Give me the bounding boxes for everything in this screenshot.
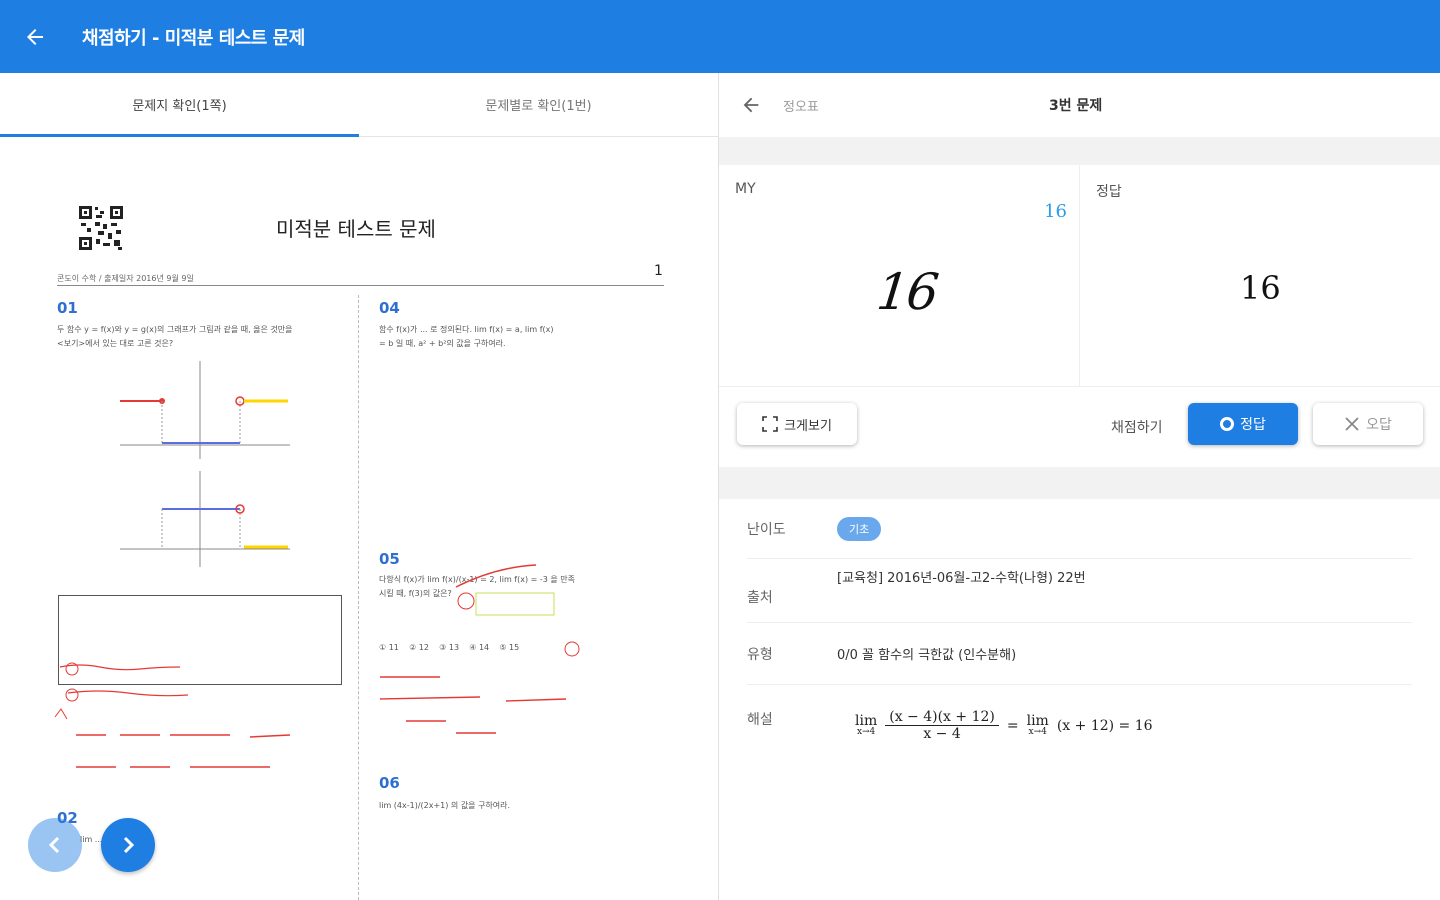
function-graphs xyxy=(120,361,290,567)
handwritten-marks xyxy=(379,564,580,734)
separator-band xyxy=(719,137,1440,165)
limit-symbol: lim x→4 xyxy=(855,713,878,737)
answer-sheet-link[interactable]: 정오표 xyxy=(783,96,819,115)
grading-label: 채점하기 xyxy=(1111,420,1163,436)
limit-symbol: lim x→4 xyxy=(1026,713,1049,737)
solution-fraction: (x − 4)(x + 12) x − 4 xyxy=(885,709,999,742)
my-answer-label: MY xyxy=(735,181,756,197)
source-value: [교육청] 2016년-06월-고2-수학(나형) 22번 xyxy=(837,571,1086,586)
mark-wrong-label: 오답 xyxy=(1366,417,1392,433)
back-to-answer-sheet-button[interactable] xyxy=(719,73,783,137)
source-row: 출처 [교육청] 2016년-06월-고2-수학(나형) 22번 xyxy=(747,559,1412,623)
mark-wrong-button[interactable]: 오답 xyxy=(1313,403,1423,445)
grading-row: 크게보기 채점하기 정답 오답 xyxy=(719,387,1440,467)
arrow-left-icon xyxy=(27,28,43,45)
circle-icon xyxy=(1220,417,1235,431)
my-answer-panel: MY 16 16 xyxy=(719,165,1080,386)
answer-compare: MY 16 16 정답 16 xyxy=(719,165,1440,387)
next-page-button[interactable] xyxy=(101,818,155,872)
zoom-label: 크게보기 xyxy=(784,418,832,434)
solution-row: 해설 lim x→4 (x − 4)(x + 12) x − 4 = lim x… xyxy=(747,685,1412,775)
page-title: 채점하기 - 미적분 테스트 문제 xyxy=(82,27,305,49)
paper-title: 미적분 테스트 문제 xyxy=(276,217,436,241)
header-rule xyxy=(57,285,664,286)
x-icon xyxy=(1345,417,1359,431)
correct-answer-label: 정답 xyxy=(1096,184,1122,200)
difficulty-badge: 기초 xyxy=(837,516,882,541)
tab-sheet[interactable]: 문제지 확인(1쪽) xyxy=(0,73,359,136)
paper-page-number: 1 xyxy=(654,263,663,279)
question-text: 함수 f(x)가 ... 로 정의된다. lim f(x) = a, lim f… xyxy=(379,325,554,348)
solution-formula: lim x→4 (x − 4)(x + 12) x − 4 = lim x→4 … xyxy=(855,709,1153,742)
arrow-left-icon xyxy=(743,97,759,113)
tab-bar: 문제지 확인(1쪽) 문제별로 확인(1번) xyxy=(0,73,718,137)
question-header: 정오표 3번 문제 xyxy=(719,73,1440,137)
chevron-right-icon xyxy=(123,836,135,854)
difficulty-label: 난이도 xyxy=(747,521,786,538)
type-label: 유형 xyxy=(747,646,773,663)
correct-answer-value: 16 xyxy=(1240,269,1281,307)
question-number: 06 xyxy=(379,774,400,792)
exam-paper: 미적분 테스트 문제 콘도이 수학 / 출제일자 2016년 9월 9일 1 0… xyxy=(0,137,718,900)
fullscreen-icon xyxy=(762,416,778,432)
right-pane: 정오표 3번 문제 MY 16 16 정답 16 크게보기 채점하기 정답 오답… xyxy=(719,73,1440,900)
column-divider xyxy=(358,295,359,900)
my-handwritten-answer: 16 xyxy=(873,263,940,321)
my-typed-answer: 16 xyxy=(1044,201,1067,222)
back-button[interactable] xyxy=(0,0,70,73)
question-text: lim (4x-1)/(2x+1) 의 값을 구하여라. xyxy=(379,801,511,810)
question-number: 04 xyxy=(379,299,400,317)
qr-code-icon xyxy=(78,205,124,251)
source-label: 출처 xyxy=(747,590,773,606)
difficulty-row: 난이도 기초 xyxy=(747,499,1412,559)
correct-answer-panel: 정답 16 xyxy=(1080,165,1440,386)
type-value: 0/0 꼴 함수의 극한값 (인수분해) xyxy=(837,648,1017,663)
chevron-left-icon xyxy=(48,836,60,854)
left-pane: 문제지 확인(1쪽) 문제별로 확인(1번) 미적분 테스트 문제 콘도이 수학… xyxy=(0,73,718,900)
app-bar: 채점하기 - 미적분 테스트 문제 xyxy=(0,0,1440,73)
tab-by-question[interactable]: 문제별로 확인(1번) xyxy=(359,73,718,136)
question-title: 3번 문제 xyxy=(1049,98,1103,114)
separator-band xyxy=(719,467,1440,499)
question-info: 난이도 기초 출처 [교육청] 2016년-06월-고2-수학(나형) 22번 … xyxy=(719,499,1440,775)
mark-correct-button[interactable]: 정답 xyxy=(1188,403,1298,445)
mark-correct-label: 정답 xyxy=(1240,417,1266,433)
zoom-button[interactable]: 크게보기 xyxy=(737,403,857,445)
question-number: 01 xyxy=(57,299,78,317)
solution-label: 해설 xyxy=(747,712,773,728)
handwritten-marks xyxy=(54,662,291,768)
prev-page-button[interactable] xyxy=(28,818,82,872)
type-row: 유형 0/0 꼴 함수의 극한값 (인수분해) xyxy=(747,623,1412,685)
paper-subline: 콘도이 수학 / 출제일자 2016년 9월 9일 xyxy=(57,274,194,283)
question-text: 두 함수 y = f(x)와 y = g(x)의 그래프가 그림과 같을 때, … xyxy=(57,325,293,348)
